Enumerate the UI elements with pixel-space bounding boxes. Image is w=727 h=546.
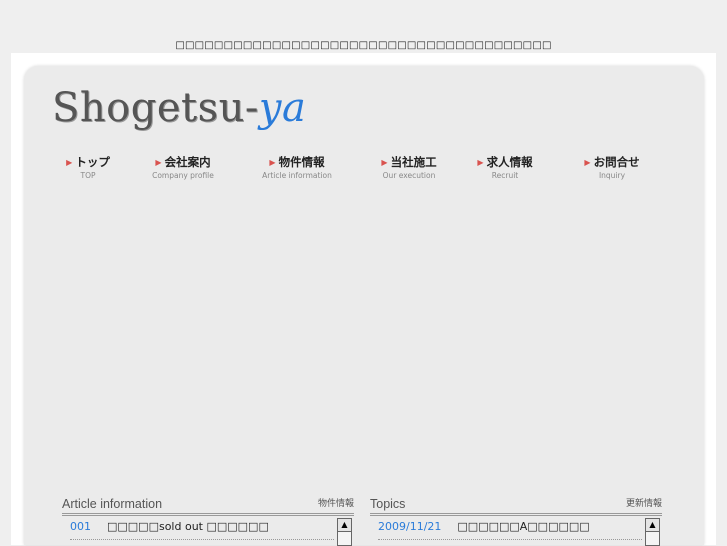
arrow-icon: ▶ <box>66 158 73 167</box>
article-text: □□□□□sold out □□□□□□ <box>107 520 269 533</box>
panel-subtitle: 更新情報 <box>625 499 662 509</box>
arrow-icon: ▶ <box>155 158 162 167</box>
nav-item-execution[interactable]: ▶ 当社施工 Our execution <box>374 154 444 180</box>
article-info-panel: Article information 物件情報 001 □□□□□sold ou… <box>62 494 354 546</box>
nav-sublabel: Inquiry <box>598 171 626 180</box>
topic-text: □□□□□□A□□□□□□ <box>457 520 590 533</box>
nav-sublabel: Article information <box>262 171 332 180</box>
top-banner: □□□□□□□□□□□□□□□□□□□□□□□□□□□□□□□□□□□□□□□ <box>175 40 552 51</box>
scroll-up-icon[interactable]: ▲ <box>646 519 659 532</box>
nav-label: 会社案内 <box>164 155 211 169</box>
topics-panel: Topics 更新情報 2009/11/21 □□□□□□A□□□□□□ ▲ <box>370 494 662 546</box>
article-list: 001 □□□□□sold out □□□□□□ ▲ <box>62 516 354 546</box>
site-logo[interactable]: Shogetsu-ya <box>52 84 306 132</box>
nav-item-company[interactable]: ▶ 会社案内 Company profile <box>148 154 218 180</box>
nav-sublabel: TOP <box>80 171 96 180</box>
scroll-up-icon[interactable]: ▲ <box>338 519 351 532</box>
divider <box>378 539 642 540</box>
logo-text: Shogetsu-ya <box>52 85 307 131</box>
nav-sublabel: Recruit <box>491 171 519 180</box>
nav-sublabel: Our execution <box>382 171 436 180</box>
panel-header: Topics 更新情報 <box>370 494 662 516</box>
nav-label: お問合せ <box>593 155 640 169</box>
nav-label: トップ <box>75 155 110 169</box>
scrollbar[interactable]: ▲ <box>337 518 352 546</box>
nav-item-top[interactable]: ▶ トップ TOP <box>60 154 116 180</box>
arrow-icon: ▶ <box>381 158 388 167</box>
list-item[interactable]: 2009/11/21 □□□□□□A□□□□□□ <box>378 520 590 533</box>
nav-item-recruit[interactable]: ▶ 求人情報 Recruit <box>472 154 538 180</box>
panel-title: Topics <box>370 497 406 511</box>
article-number: 001 <box>70 520 91 533</box>
arrow-icon: ▶ <box>477 158 484 167</box>
content-card <box>24 66 704 545</box>
panel-title: Article information <box>62 497 163 511</box>
nav-label: 当社施工 <box>390 155 437 169</box>
nav-item-inquiry[interactable]: ▶ お問合せ Inquiry <box>578 154 646 180</box>
scrollbar[interactable]: ▲ <box>645 518 660 546</box>
nav-sublabel: Company profile <box>152 171 214 180</box>
arrow-icon: ▶ <box>584 158 591 167</box>
nav-label: 求人情報 <box>486 155 533 169</box>
nav-label: 物件情報 <box>278 155 325 169</box>
arrow-icon: ▶ <box>269 158 276 167</box>
panel-subtitle: 物件情報 <box>317 499 354 509</box>
nav-item-articles[interactable]: ▶ 物件情報 Article information <box>258 154 336 180</box>
panel-header: Article information 物件情報 <box>62 494 354 516</box>
list-item[interactable]: 001 □□□□□sold out □□□□□□ <box>70 520 269 533</box>
topics-list: 2009/11/21 □□□□□□A□□□□□□ ▲ <box>370 516 662 546</box>
divider <box>70 539 334 540</box>
main-nav: ▶ トップ TOP ▶ 会社案内 Company profile ▶ 物件情報 Art… <box>60 154 660 184</box>
topic-date: 2009/11/21 <box>378 520 442 533</box>
